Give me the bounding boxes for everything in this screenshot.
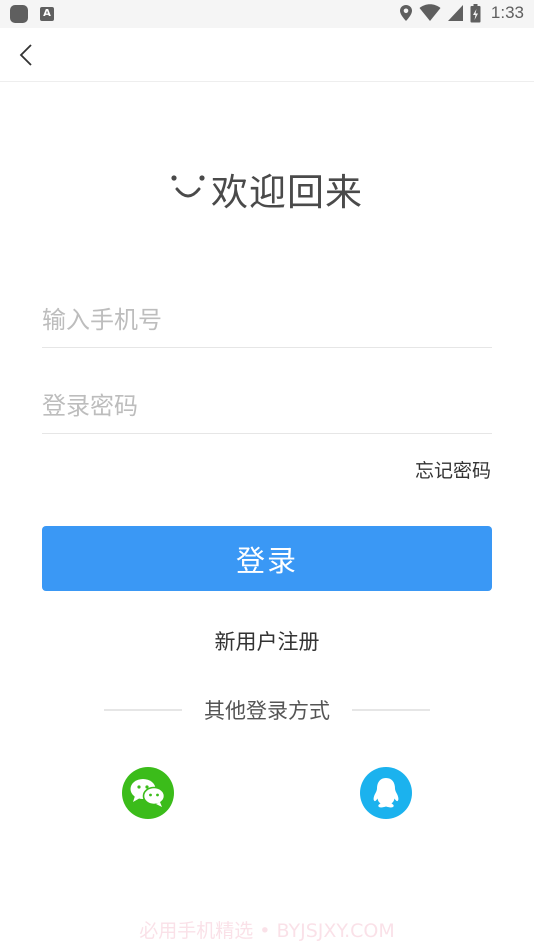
divider-right	[352, 709, 430, 711]
status-time: 1:33	[490, 3, 524, 22]
password-input[interactable]	[42, 378, 492, 433]
phone-field	[42, 292, 492, 348]
welcome-title: 欢迎回来	[211, 171, 363, 214]
register-row: 新用户注册	[0, 626, 534, 656]
nav-bar	[0, 28, 534, 82]
a-notification-icon: A	[40, 7, 54, 21]
phone-input[interactable]	[42, 292, 492, 347]
chevron-left-icon	[19, 44, 32, 66]
notification-area: A	[10, 5, 54, 23]
qq-login-button[interactable]	[360, 767, 412, 819]
forgot-password-link[interactable]: 忘记密码	[415, 456, 491, 483]
battery-icon	[470, 3, 481, 22]
wechat-icon	[130, 779, 166, 807]
smile-icon	[171, 175, 205, 198]
login-button[interactable]: 登录	[42, 526, 492, 591]
wechat-login-button[interactable]	[122, 767, 174, 819]
welcome-header: 欢迎回来	[0, 162, 534, 216]
wifi-icon	[419, 4, 441, 21]
location-icon	[399, 5, 412, 21]
other-login-label: 其他登录方式	[204, 699, 330, 723]
watermark: 必用手机精选 • BYJSJXY.COM	[139, 920, 395, 942]
app-notification-icon	[10, 5, 28, 23]
register-link[interactable]: 新用户注册	[215, 630, 320, 654]
back-button[interactable]	[10, 38, 42, 72]
password-field	[42, 378, 492, 434]
status-bar: A 1:33	[0, 0, 534, 28]
cellular-signal-icon	[447, 5, 463, 21]
other-login-divider: 其他登录方式	[104, 694, 430, 726]
divider-left	[104, 709, 182, 711]
qq-icon	[373, 778, 399, 808]
system-status-area: 1:33	[399, 3, 524, 23]
